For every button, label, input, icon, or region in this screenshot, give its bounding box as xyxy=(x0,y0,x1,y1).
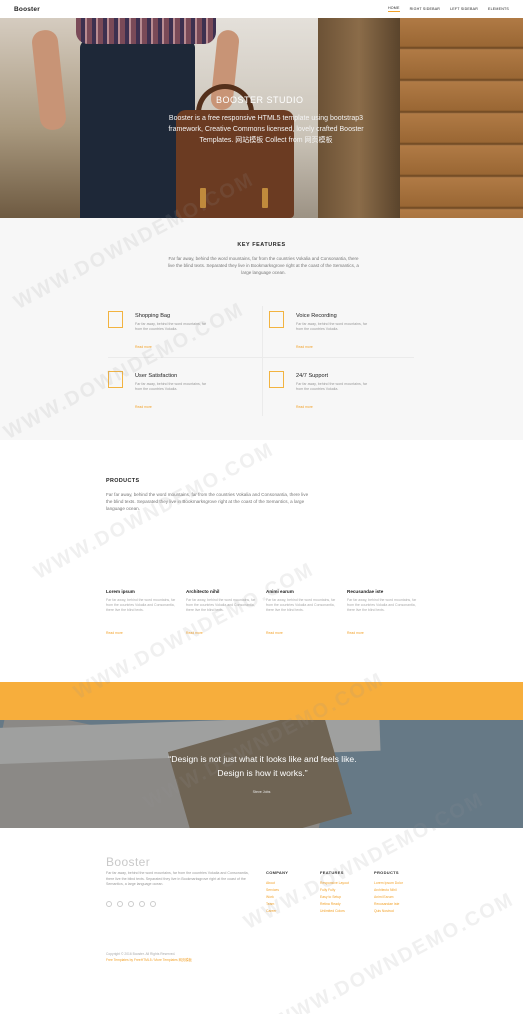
instagram-icon[interactable] xyxy=(128,901,134,907)
site-footer: Booster Far far away, behind the word mo… xyxy=(0,828,523,1014)
footer-column-title: PRODUCTS xyxy=(374,870,399,875)
smile-icon xyxy=(108,371,123,388)
footer-column-title: FEATURES xyxy=(320,870,344,875)
feature-read-more-link[interactable]: Read more xyxy=(296,345,313,349)
feature-title: Shopping Bag xyxy=(135,313,171,319)
features-title: KEY FEATURES xyxy=(237,242,286,248)
hero-title: BOOSTER STUDIO xyxy=(216,95,304,105)
footer-link[interactable]: Career xyxy=(266,909,312,914)
footer-column-company: COMPANY About Services Work Team Career xyxy=(266,870,312,916)
divider xyxy=(108,357,414,358)
nav-left-sidebar[interactable]: LEFT SIDEBAR xyxy=(450,7,478,12)
shopping-bag-icon xyxy=(108,311,123,328)
nav-home[interactable]: HOME xyxy=(388,6,400,12)
product-desc: Far far away, behind the word mountains,… xyxy=(266,598,336,612)
hero-text: Booster is a free responsive HTML5 templ… xyxy=(168,115,364,144)
footer-link[interactable]: Lorem Ipsum Dolor xyxy=(374,881,420,886)
product-read-more-link[interactable]: Read more xyxy=(186,631,258,635)
feature-read-more-link[interactable]: Read more xyxy=(135,345,152,349)
products-title: PRODUCTS xyxy=(106,478,140,484)
features-lead: Far far away, behind the word mountains,… xyxy=(168,256,359,276)
main-nav: HOME RIGHT SIDEBAR LEFT SIDEBAR ELEMENTS xyxy=(388,6,509,12)
footer-link[interactable]: Quis Nostrud xyxy=(374,909,420,914)
hero-slider: BOOSTER STUDIO Booster is a free respons… xyxy=(0,18,523,218)
footer-link[interactable]: Unlimited Colors xyxy=(320,909,366,914)
social-links xyxy=(106,901,156,907)
product-desc: Far far away, behind the word mountains,… xyxy=(106,598,176,612)
product-read-more-link[interactable]: Read more xyxy=(106,631,178,635)
footer-link[interactable]: Retina Ready xyxy=(320,902,366,907)
product-read-more-link[interactable]: Read more xyxy=(266,631,338,635)
feature-desc: Far far away, behind the word mountains,… xyxy=(135,382,207,391)
feature-item: Voice Recording Far far away, behind the… xyxy=(269,311,419,359)
feature-title: Voice Recording xyxy=(296,313,337,319)
dribbble-icon[interactable] xyxy=(139,901,145,907)
product-desc: Far far away, behind the word mountains,… xyxy=(347,598,417,612)
feature-read-more-link[interactable]: Read more xyxy=(296,405,313,409)
microphone-icon xyxy=(269,311,284,328)
divider xyxy=(262,306,263,416)
footer-column-products: PRODUCTS Lorem Ipsum Dolor Architecto Ni… xyxy=(374,870,420,916)
quote-author: Steve Jobs xyxy=(252,790,271,794)
hero-bag-buckle xyxy=(200,188,206,208)
footer-link[interactable]: About xyxy=(266,881,312,886)
product-name: Recusandae iste xyxy=(347,589,384,594)
products-section: PRODUCTS Far far away, behind the word m… xyxy=(0,440,523,682)
feature-title: User Satisfaction xyxy=(135,373,178,379)
feature-item: User Satisfaction Far far away, behind t… xyxy=(108,371,258,419)
footer-link[interactable]: Architecto Nihil xyxy=(374,888,420,893)
quote-section: “Design is not just what it looks like a… xyxy=(0,720,523,828)
support-icon xyxy=(269,371,284,388)
product-item: Animi earum Far far away, behind the wor… xyxy=(266,589,338,635)
nav-right-sidebar[interactable]: RIGHT SIDEBAR xyxy=(410,7,441,12)
site-header: Booster HOME RIGHT SIDEBAR LEFT SIDEBAR … xyxy=(0,0,523,18)
product-item: Recusandae iste Far far away, behind the… xyxy=(347,589,419,635)
footer-link[interactable]: Team xyxy=(266,902,312,907)
product-read-more-link[interactable]: Read more xyxy=(347,631,419,635)
footer-link[interactable]: Work xyxy=(266,895,312,900)
footer-link[interactable]: Services xyxy=(266,888,312,893)
feature-desc: Far far away, behind the word mountains,… xyxy=(135,322,207,331)
product-name: Animi earum xyxy=(266,589,294,594)
nav-elements[interactable]: ELEMENTS xyxy=(488,7,509,12)
product-desc: Far far away, behind the word mountains,… xyxy=(186,598,256,612)
feature-desc: Far far away, behind the word mountains,… xyxy=(296,322,368,331)
footer-about: Far far away, behind the word mountains,… xyxy=(106,871,249,887)
hero-person-shirt xyxy=(76,18,216,44)
accent-band xyxy=(0,682,523,720)
footer-column-title: COMPANY xyxy=(266,870,289,875)
feature-title: 24/7 Support xyxy=(296,373,329,379)
footer-copyright: Copyright © 2016 Booster. All Rights Res… xyxy=(106,952,266,963)
footer-link[interactable]: Responsive Layout xyxy=(320,881,366,886)
footer-link[interactable]: Animi Earum xyxy=(374,895,420,900)
product-name: Architecto nihil xyxy=(186,589,220,594)
footer-logo: Booster xyxy=(106,855,151,869)
hero-background-wood xyxy=(400,18,523,218)
credit-link[interactable]: Free Templates by FreeHTML5 / More Templ… xyxy=(106,958,266,964)
footer-link[interactable]: Easy to Setup xyxy=(320,895,366,900)
quote-text: “Design is not just what it looks like a… xyxy=(168,754,357,778)
feature-desc: Far far away, behind the word mountains,… xyxy=(296,382,368,391)
features-section: KEY FEATURES Far far away, behind the wo… xyxy=(0,218,523,440)
twitter-icon[interactable] xyxy=(106,901,112,907)
footer-column-features: FEATURES Responsive Layout Fully Fully E… xyxy=(320,870,366,916)
feature-read-more-link[interactable]: Read more xyxy=(135,405,152,409)
site-logo[interactable]: Booster xyxy=(14,6,40,13)
feature-item: 24/7 Support Far far away, behind the wo… xyxy=(269,371,419,419)
feature-item: Shopping Bag Far far away, behind the wo… xyxy=(108,311,258,359)
hero-bag-buckle xyxy=(262,188,268,208)
product-name: Lorem ipsum xyxy=(106,589,135,594)
facebook-icon[interactable] xyxy=(117,901,123,907)
product-item: Lorem ipsum Far far away, behind the wor… xyxy=(106,589,178,635)
products-lead: Far far away, behind the word mountains,… xyxy=(106,492,309,512)
product-item: Architecto nihil Far far away, behind th… xyxy=(186,589,258,635)
linkedin-icon[interactable] xyxy=(150,901,156,907)
footer-link[interactable]: Recusandae Iste xyxy=(374,902,420,907)
footer-link[interactable]: Fully Fully xyxy=(320,888,366,893)
